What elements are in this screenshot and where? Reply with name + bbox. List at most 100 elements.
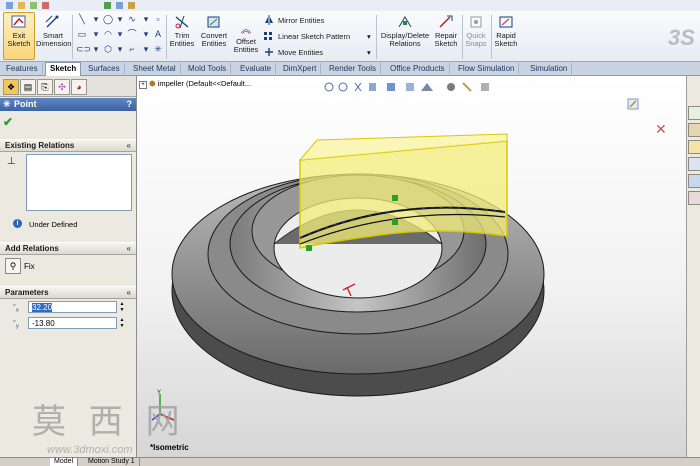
dropdown-icon[interactable]: ▾ (114, 44, 126, 55)
parameters-header[interactable]: Parameters « (0, 286, 136, 299)
quick-snaps-icon (470, 16, 482, 28)
y-spinner[interactable]: ▲ ▼ (118, 317, 126, 329)
dropdown-icon[interactable]: ▾ (90, 14, 102, 25)
arc-tool-icon[interactable]: ◠ (102, 29, 114, 40)
x-spinner[interactable]: ▲ ▼ (118, 301, 126, 313)
cancel-sketch-icon[interactable]: ✕ (655, 122, 667, 136)
appearances-icon[interactable] (688, 174, 700, 188)
quick-access-icons[interactable] (4, 1, 204, 10)
dropdown-icon[interactable]: ▾ (114, 14, 126, 25)
design-library-icon[interactable] (688, 123, 700, 137)
chamfer-tool-icon[interactable]: ⌐ (126, 44, 138, 55)
file-explorer-icon[interactable] (688, 140, 700, 154)
y-coordinate-input[interactable]: -13.80 (28, 317, 117, 329)
fix-relation-icon[interactable]: ⚲ (5, 258, 21, 274)
ribbon-separator (166, 15, 167, 59)
relation-symbol-icon: ⊥ (7, 156, 16, 167)
collapse-icon[interactable]: « (127, 243, 131, 254)
existing-relations-list[interactable] (26, 154, 132, 211)
confirmation-corner-sketch-icon[interactable] (627, 96, 643, 112)
collapse-icon[interactable]: « (127, 287, 131, 298)
command-manager: Exit Sketch Smart Dimension ╲ ▾ ◯ ▾ ∿ ▾ … (0, 11, 700, 62)
add-relations-header[interactable]: Add Relations « (0, 242, 136, 255)
trim-entities-button[interactable]: Trim Entities (168, 13, 196, 48)
rectangle-tool-icon[interactable]: ▭ (76, 29, 88, 40)
fix-relation-button[interactable]: Fix (24, 262, 35, 271)
command-tabs: Features Sketch Surfaces Sheet Metal Mol… (0, 62, 700, 76)
feature-manager-tab-icon[interactable]: ❖ (3, 79, 19, 95)
tab-sketch[interactable]: Sketch (45, 62, 82, 76)
dropdown-icon[interactable]: ▾ (90, 44, 102, 55)
line-tool-icon[interactable]: ╲ (76, 14, 88, 25)
offset-entities-icon (241, 29, 251, 34)
dropdown-icon[interactable]: ▾ (140, 29, 152, 40)
linear-sketch-pattern-button[interactable]: Linear Sketch Pattern (278, 32, 350, 41)
move-entities-button[interactable]: Move Entities (278, 48, 323, 57)
tab-flow-simulation[interactable]: Flow Simulation (454, 63, 520, 74)
tab-simulation[interactable]: Simulation (526, 63, 573, 74)
sketch-point-marker (392, 219, 398, 225)
view-orientation-label: *Isometric (150, 443, 189, 452)
circle-tool-icon[interactable]: ◯ (102, 14, 114, 25)
watermark-url: www.3dmoxi.com (47, 444, 133, 456)
display-delete-relations-button[interactable]: Display/Delete Relations (378, 13, 432, 48)
repair-sketch-label: Repair Sketch (434, 31, 458, 48)
tab-render-tools[interactable]: Render Tools (325, 63, 381, 74)
property-manager-tab-icon[interactable]: ▤ (20, 79, 36, 95)
tab-dimxpert[interactable]: DimXpert (279, 63, 322, 74)
quick-snaps-button[interactable]: Quick Snaps (463, 13, 489, 48)
ribbon-separator (72, 15, 73, 59)
offset-entities-label: Offset Entities (233, 37, 259, 54)
chevron-down-icon[interactable]: ▾ (367, 32, 371, 41)
dropdown-icon[interactable]: ▾ (140, 14, 152, 25)
move-entities-icon[interactable] (264, 47, 274, 57)
slot-tool-icon[interactable]: ⊂⊃ (76, 44, 91, 55)
fillet-tool-icon[interactable]: ⌒ (126, 29, 138, 40)
tab-mold-tools[interactable]: Mold Tools (184, 63, 232, 74)
x-coordinate-icon: °x (13, 304, 19, 314)
view-palette-icon[interactable] (688, 157, 700, 171)
display-manager-tab-icon[interactable]: ◕ (71, 79, 87, 95)
parameters-label: Parameters (5, 288, 49, 297)
tab-features[interactable]: Features (2, 63, 43, 74)
resources-icon[interactable] (688, 106, 700, 120)
x-coordinate-input[interactable]: 32.20 (28, 301, 117, 313)
dimxpert-manager-tab-icon[interactable]: ✣ (54, 79, 70, 95)
help-button[interactable]: ? (127, 98, 133, 111)
impeller-model[interactable] (137, 76, 686, 457)
mirror-entities-button[interactable]: Mirror Entities (278, 16, 324, 25)
convert-entities-label: Convert Entities (200, 31, 228, 48)
point-tool-icon[interactable]: ✳ (152, 44, 164, 55)
custom-properties-icon[interactable] (688, 191, 700, 205)
rapid-sketch-button[interactable]: Rapid Sketch (492, 13, 520, 48)
offset-entities-button[interactable]: Offset Entities (232, 25, 260, 54)
watermark-text: 莫 西 网 (32, 402, 186, 442)
graphics-area[interactable]: + ⬢ impeller (Default<<Default... ✕ Y *I… (32, 76, 686, 457)
spline-tool-icon[interactable]: ∿ (126, 14, 138, 25)
info-icon: i (13, 219, 22, 228)
text-tool-icon[interactable]: A (152, 29, 164, 40)
tab-sheet-metal[interactable]: Sheet Metal (129, 63, 181, 74)
smart-dimension-icon (45, 15, 59, 28)
existing-relations-header[interactable]: Existing Relations « (0, 139, 136, 152)
ok-check-button[interactable]: ✔ (3, 116, 15, 128)
polygon-tool-icon[interactable]: ⬡ (102, 44, 114, 55)
collapse-icon[interactable]: « (127, 140, 131, 151)
mirror-entities-icon[interactable] (264, 15, 274, 25)
tab-surfaces[interactable]: Surfaces (84, 63, 125, 74)
repair-sketch-button[interactable]: Repair Sketch (432, 13, 460, 48)
exit-sketch-button[interactable]: Exit Sketch (3, 12, 35, 60)
dropdown-icon[interactable]: ▾ (90, 29, 102, 40)
tab-office-products[interactable]: Office Products (386, 63, 450, 74)
plane-tool-icon[interactable]: ▫ (152, 14, 164, 25)
chevron-down-icon[interactable]: ▾ (367, 48, 371, 57)
relations-icon (398, 16, 412, 28)
convert-entities-button[interactable]: Convert Entities (197, 13, 231, 48)
tab-evaluate[interactable]: Evaluate (236, 63, 277, 74)
linear-pattern-icon[interactable] (264, 31, 274, 41)
point-icon: ✳ (3, 99, 11, 109)
configuration-manager-tab-icon[interactable]: ⎘ (37, 79, 53, 95)
dropdown-icon[interactable]: ▾ (114, 29, 126, 40)
dropdown-icon[interactable]: ▾ (140, 44, 152, 55)
smart-dimension-button[interactable]: Smart Dimension (36, 13, 71, 48)
